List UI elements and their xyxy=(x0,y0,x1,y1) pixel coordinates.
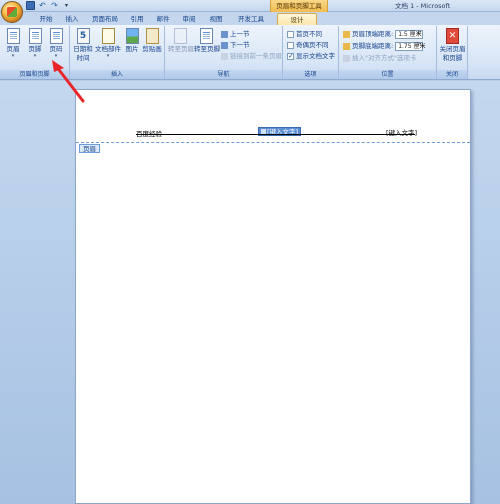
arrow-shaft xyxy=(54,64,85,103)
office-button[interactable] xyxy=(1,1,23,23)
baidu-watermark: Bai 经验 jingyan.baidu.com xyxy=(388,466,498,504)
office-logo-icon xyxy=(7,7,17,17)
watermark-brand: Bai 经验 xyxy=(388,471,459,491)
watermark-url: jingyan.baidu.com xyxy=(388,491,444,498)
arrow-head xyxy=(52,60,64,72)
red-annotation-arrow xyxy=(52,60,85,103)
